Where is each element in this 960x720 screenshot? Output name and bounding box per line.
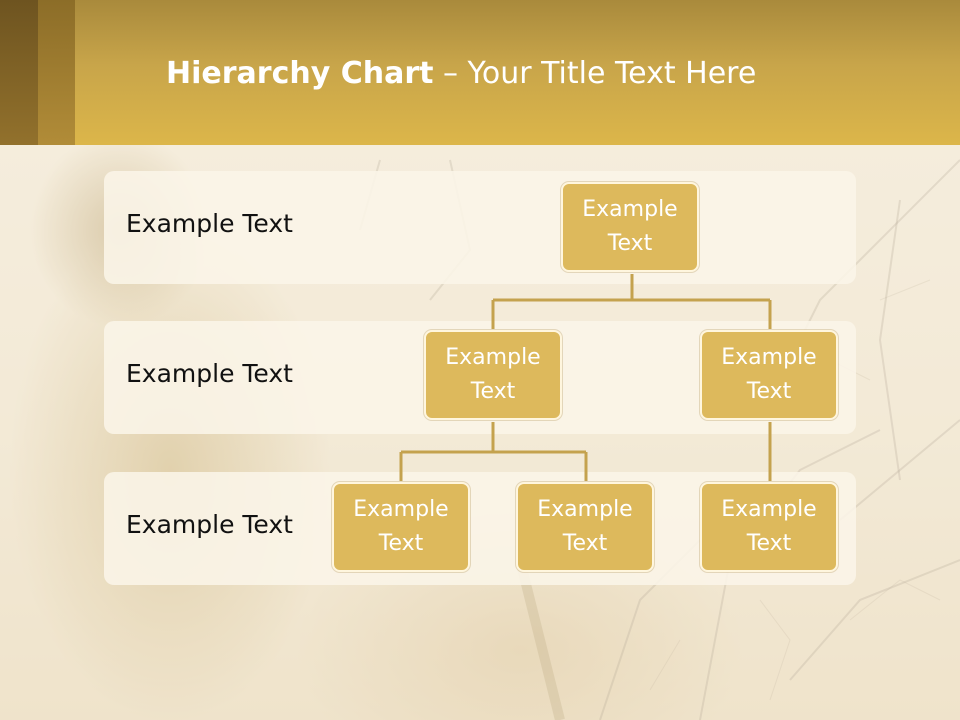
- node-text-line: Example: [721, 345, 817, 370]
- node-level3-1[interactable]: Example Text: [332, 482, 470, 572]
- node-text-line: Example: [537, 497, 633, 522]
- node-text-line: Text: [746, 531, 792, 556]
- node-level2-left[interactable]: Example Text: [424, 330, 562, 420]
- node-text-line: Example: [582, 197, 678, 222]
- node-text-line: Text: [607, 231, 653, 256]
- node-text-line: Example: [445, 345, 541, 370]
- node-text-line: Text: [470, 379, 516, 404]
- node-text-line: Example: [353, 497, 449, 522]
- node-level3-2[interactable]: Example Text: [516, 482, 654, 572]
- node-root[interactable]: Example Text: [561, 182, 699, 272]
- connector-root-to-level2: [491, 274, 772, 329]
- connector-left-to-level3: [399, 422, 588, 481]
- node-text-line: Text: [746, 379, 792, 404]
- node-level3-3[interactable]: Example Text: [700, 482, 838, 572]
- node-level2-right[interactable]: Example Text: [700, 330, 838, 420]
- node-text-line: Text: [562, 531, 608, 556]
- node-text-line: Example: [721, 497, 817, 522]
- node-text-line: Text: [378, 531, 424, 556]
